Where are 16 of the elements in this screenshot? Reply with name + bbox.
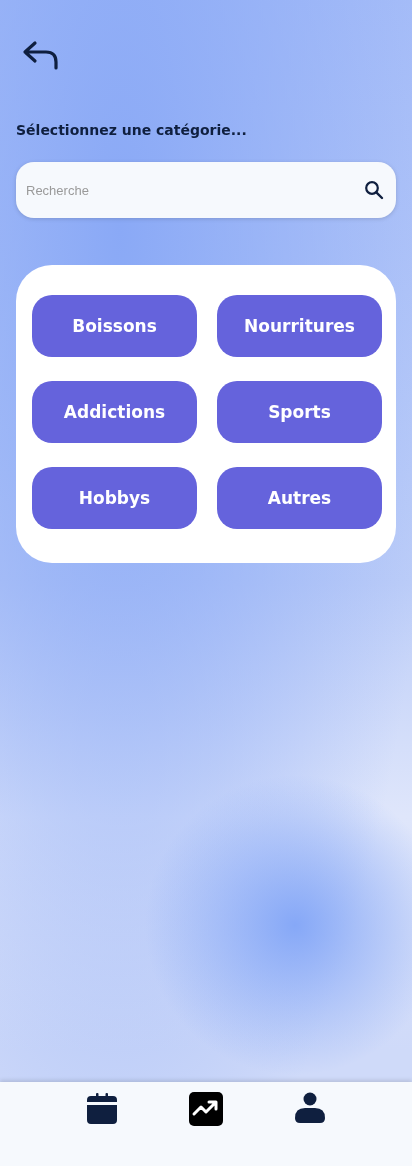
search-icon [364,180,384,200]
profile-nav-button[interactable] [294,1092,327,1124]
person-icon [294,1092,327,1124]
category-button[interactable]: Hobbys [32,467,197,529]
back-arrow-icon [22,40,58,70]
trend-nav-button[interactable] [189,1092,223,1126]
search-field[interactable]: Recherche [16,162,396,218]
calendar-nav-button[interactable] [85,1092,118,1124]
page-title: Sélectionnez une catégorie... [16,122,248,138]
trend-icon [189,1092,223,1126]
category-button[interactable]: Nourritures [217,295,382,357]
category-button[interactable]: Autres [217,467,382,529]
calendar-icon [85,1092,118,1124]
category-button[interactable]: Boissons [32,295,197,357]
category-button[interactable]: Addictions [32,381,197,443]
category-button[interactable]: Sports [217,381,382,443]
